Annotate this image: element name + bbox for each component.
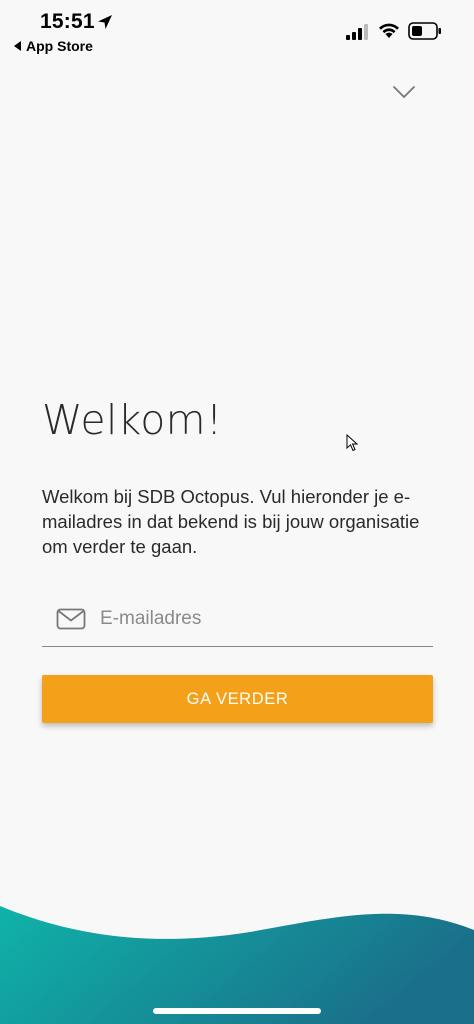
- wifi-icon: [379, 23, 399, 38]
- welcome-description: Welkom bij SDB Octopus. Vul hieronder je…: [42, 486, 420, 557]
- battery-icon: [408, 22, 441, 40]
- email-field[interactable]: [42, 596, 433, 647]
- chevron-down-icon[interactable]: [392, 84, 416, 100]
- mouse-cursor-icon: [346, 434, 359, 452]
- home-indicator[interactable]: [153, 1008, 321, 1014]
- login-screen: 15:51 App Store Welkom! Welkom bij SDB O…: [0, 0, 474, 1024]
- mail-icon: [56, 608, 86, 630]
- cellular-signal-icon: [346, 24, 368, 40]
- email-input[interactable]: [100, 602, 420, 636]
- back-to-app-store-link[interactable]: App Store: [14, 38, 93, 54]
- location-arrow-icon: [98, 15, 112, 29]
- decorative-wave: [0, 906, 474, 1024]
- status-bar: 15:51 App Store: [0, 0, 474, 60]
- continue-button[interactable]: GA VERDER: [42, 675, 433, 723]
- status-time: 15:51: [40, 10, 95, 33]
- back-app-label: App Store: [26, 38, 93, 54]
- back-triangle-icon: [14, 41, 21, 51]
- page-title: Welkom!: [42, 396, 223, 444]
